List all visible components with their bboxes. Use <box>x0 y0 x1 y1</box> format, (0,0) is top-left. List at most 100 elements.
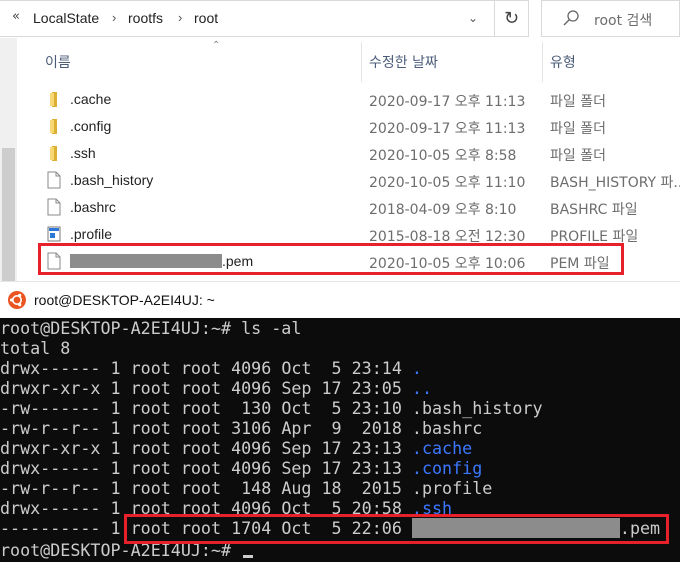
terminal-output[interactable]: root@DESKTOP-A2EI4UJ:~# ls -al total 8 d… <box>0 318 680 562</box>
ls-perms: -rw-r--r-- <box>0 478 101 498</box>
sort-up-icon: ⌃ <box>212 40 221 51</box>
refresh-button[interactable]: ↻ <box>495 0 529 37</box>
breadcrumb-separator[interactable]: › <box>112 10 116 25</box>
ls-links: 1 <box>110 458 121 478</box>
ls-time: 2015 <box>351 478 402 498</box>
ls-time: 23:13 <box>351 438 402 458</box>
ls-links: 1 <box>110 398 121 418</box>
ls-day: 17 <box>321 378 342 398</box>
ubuntu-icon <box>8 291 26 309</box>
ls-group: root <box>180 358 222 378</box>
ls-day: 5 <box>321 358 342 378</box>
column-divider[interactable] <box>361 42 362 82</box>
ls-time: 23:14 <box>351 358 402 378</box>
ls-group: root <box>180 458 222 478</box>
file-type: 파일 폴더 <box>550 94 606 110</box>
file-date: 2020-09-17 오후 11:13 <box>369 121 526 137</box>
ls-time: 2018 <box>351 418 402 438</box>
file-date: 2018-04-09 오후 8:10 <box>369 202 517 218</box>
profile-file-icon <box>47 226 61 242</box>
ls-line: drwxr-xr-x 1 root root 4096 Sep 17 23:13… <box>0 438 472 458</box>
ls-links: 1 <box>110 498 121 518</box>
scrollbar-thumb[interactable] <box>2 148 15 281</box>
breadcrumb[interactable]: « LocalState › rootfs › root ⌄ <box>0 0 495 37</box>
breadcrumb-separator[interactable]: › <box>178 10 182 25</box>
ls-owner: root <box>130 438 171 458</box>
file-name: .bash_history <box>70 172 154 188</box>
ls-name: .. <box>411 378 433 398</box>
ls-line: -rw------- 1 root root 130 Oct 5 23:10 .… <box>0 398 543 418</box>
ls-name: .config <box>411 458 483 478</box>
terminal-title: root@DESKTOP-A2EI4UJ: ~ <box>34 292 215 308</box>
ls-links: 1 <box>110 418 121 438</box>
file-icon <box>47 171 61 189</box>
ls-name: . <box>411 358 422 378</box>
breadcrumb-item-root[interactable]: root <box>194 10 218 26</box>
vertical-scrollbar[interactable] <box>0 38 17 281</box>
file-type: 파일 폴더 <box>550 121 606 137</box>
ls-month: Sep <box>281 438 312 458</box>
ls-time: 23:13 <box>351 458 402 478</box>
ls-links: 1 <box>110 438 121 458</box>
breadcrumb-item-localstate[interactable]: LocalState <box>33 10 99 26</box>
column-header-row: ⌃ 이름 수정한 날짜 유형 <box>17 38 680 82</box>
column-divider[interactable] <box>542 42 543 82</box>
ls-perms: drwxr-xr-x <box>0 438 101 458</box>
ls-month: Oct <box>281 398 312 418</box>
file-explorer-window: « LocalState › rootfs › root ⌄ ↻ root 검색… <box>0 0 680 281</box>
file-date: 2020-10-05 오후 11:10 <box>369 175 526 191</box>
chevron-down-icon[interactable]: ⌄ <box>468 11 478 25</box>
ls-perms: ---------- <box>0 518 101 538</box>
ls-size: 4096 <box>231 438 272 458</box>
ls-links: 1 <box>110 358 121 378</box>
search-placeholder: root 검색 <box>594 13 653 29</box>
file-row[interactable]: .bashrc 2018-04-09 오후 8:10 BASHRC 파일 <box>17 194 680 221</box>
ls-line: drwxr-xr-x 1 root root 4096 Sep 17 23:05… <box>0 378 432 398</box>
refresh-icon: ↻ <box>503 8 520 29</box>
file-row[interactable]: .ssh 2020-10-05 오후 8:58 파일 폴더 <box>17 140 680 167</box>
file-icon <box>47 198 61 216</box>
ls-month: Oct <box>281 358 312 378</box>
ls-perms: drwx------ <box>0 458 101 478</box>
file-row[interactable]: .bash_history 2020-10-05 오후 11:10 BASH_H… <box>17 167 680 194</box>
ls-perms: drwx------ <box>0 498 101 518</box>
terminal-total-line: total 8 <box>0 338 71 358</box>
ls-owner: root <box>130 378 171 398</box>
ls-owner: root <box>130 458 171 478</box>
file-row[interactable]: .config 2020-09-17 오후 11:13 파일 폴더 <box>17 113 680 140</box>
column-header-type[interactable]: 유형 <box>550 52 576 72</box>
ls-group: root <box>180 438 222 458</box>
ls-day: 17 <box>321 438 342 458</box>
column-header-date[interactable]: 수정한 날짜 <box>369 52 438 72</box>
ls-perms: drwx------ <box>0 358 101 378</box>
search-input[interactable]: root 검색 <box>541 0 680 37</box>
ls-time: 23:10 <box>351 398 402 418</box>
ls-group: root <box>180 398 222 418</box>
ls-name: .bashrc <box>411 418 483 438</box>
ls-links: 1 <box>110 478 121 498</box>
ls-month: Aug <box>281 478 312 498</box>
ls-month: Sep <box>281 458 312 478</box>
folder-icon <box>50 119 57 134</box>
file-type: BASHRC 파일 <box>550 202 638 218</box>
ls-line: -rw-r--r-- 1 root root 3106 Apr 9 2018 .… <box>0 418 482 438</box>
column-header-name[interactable]: 이름 <box>45 52 71 72</box>
ls-size: 130 <box>231 398 272 418</box>
terminal-title-bar[interactable]: root@DESKTOP-A2EI4UJ: ~ <box>0 281 680 318</box>
ls-owner: root <box>130 418 171 438</box>
highlight-box-explorer <box>38 243 624 275</box>
file-name: .config <box>70 118 112 134</box>
file-name: .profile <box>70 226 113 242</box>
file-row[interactable]: .cache 2020-09-17 오후 11:13 파일 폴더 <box>17 86 680 113</box>
search-icon <box>563 10 579 26</box>
ls-name: .cache <box>411 438 473 458</box>
breadcrumb-overflow[interactable]: « <box>12 9 20 24</box>
ls-owner: root <box>130 358 171 378</box>
ls-line: -rw-r--r-- 1 root root 148 Aug 18 2015 .… <box>0 478 492 498</box>
ls-month: Apr <box>281 418 312 438</box>
folder-icon <box>50 92 57 107</box>
file-name: .cache <box>70 91 112 107</box>
file-name: .bashrc <box>70 199 116 215</box>
breadcrumb-item-rootfs[interactable]: rootfs <box>128 10 163 26</box>
ls-day: 18 <box>321 478 342 498</box>
